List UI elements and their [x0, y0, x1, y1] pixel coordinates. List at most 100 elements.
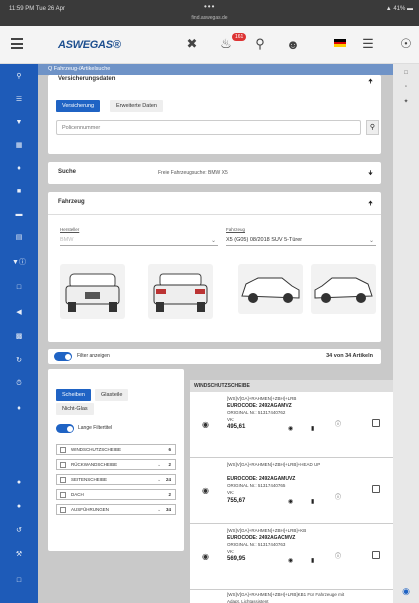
help-icon[interactable]: ◉: [393, 586, 419, 597]
collapse-arrow-icon[interactable]: 🠉: [368, 199, 373, 209]
info-icon[interactable]: ⓘ: [335, 551, 341, 560]
chevron-down-icon: ⌄: [157, 477, 161, 482]
document-icon[interactable]: □: [393, 70, 419, 76]
item-description: [WS]V[GA]+RAHMEN]+ZBH]+LRB]KB1 Für Fahrz…: [227, 592, 345, 603]
checkbox[interactable]: [60, 447, 66, 453]
manufacturer-select[interactable]: BMW ⌄: [60, 237, 218, 246]
sidebar-list-icon[interactable]: ☰: [0, 91, 38, 107]
filter-tab-nicht-glas[interactable]: Nicht-Glas: [56, 403, 94, 415]
sidebar-dot-icon[interactable]: ●: [0, 498, 38, 514]
sidebar-shield-icon[interactable]: ♦: [0, 400, 38, 416]
manufacturer-label: Hersteller: [60, 227, 80, 232]
sidebar-box-icon[interactable]: ■: [0, 183, 38, 199]
sidebar-cart-icon[interactable]: ▼: [0, 114, 38, 130]
filter-toggle[interactable]: [54, 352, 72, 361]
tab-fahrzeug-artikelsuche[interactable]: Q Fahrzeug-/Artikelsuche: [38, 64, 393, 75]
checkbox[interactable]: [372, 419, 380, 427]
sidebar-truck-icon[interactable]: ▬: [0, 206, 38, 222]
right-toolbar: □ ▫ ✦ ◉: [393, 64, 419, 603]
filter-row[interactable]: DACH 2: [56, 489, 176, 500]
pin-icon[interactable]: ✦: [393, 98, 419, 105]
sidebar-refresh-icon[interactable]: ↻: [0, 352, 38, 368]
list-icon[interactable]: ☰: [359, 35, 377, 53]
info-icon[interactable]: ⓘ: [335, 492, 341, 501]
sidebar-document-icon[interactable]: □: [0, 279, 38, 295]
info-icon[interactable]: ⓘ: [335, 419, 341, 428]
search-button[interactable]: ⚲: [366, 120, 379, 135]
sidebar-calendar-icon[interactable]: ▦: [0, 137, 38, 153]
eye-icon[interactable]: ◉: [202, 552, 209, 561]
url-bar[interactable]: find.aswegas.de: [0, 15, 419, 21]
sidebar-grid-icon[interactable]: ▩: [0, 328, 38, 344]
trash-icon[interactable]: ▫: [393, 84, 419, 90]
sidebar-back-icon[interactable]: ◀: [0, 304, 38, 320]
camera-icon[interactable]: ◉: [288, 498, 293, 505]
sidebar-car-icon[interactable]: ♦: [0, 160, 38, 176]
app-logo[interactable]: ASWEGAS®: [58, 39, 121, 51]
item-original: ORIGINAL Nr.: 51317440762: [227, 410, 286, 415]
vehicle-label: Fahrzeug: [226, 227, 246, 232]
car-side-left-image[interactable]: [238, 264, 303, 314]
eye-icon[interactable]: ◉: [202, 486, 209, 495]
video-icon[interactable]: ▮: [311, 498, 314, 505]
vehicle-card: Fahrzeug 🠉 Hersteller BMW ⌄ Fahrzeug X5 (…: [48, 192, 381, 342]
list-item[interactable]: ◉ [WS]V[GA]+RAHMEN]+ZBH]+LRB EUROCODE: 2…: [190, 392, 393, 458]
sidebar-tool-icon[interactable]: ⚒: [0, 546, 38, 562]
sidebar-search-icon[interactable]: ⚲: [0, 68, 38, 84]
menu-icon[interactable]: [11, 38, 23, 49]
policy-number-input[interactable]: [56, 120, 361, 135]
filter-row[interactable]: SEITENSCHEIBE ⌄ 24: [56, 474, 176, 485]
filter-tab-scheiben[interactable]: Scheiben: [56, 389, 91, 401]
tab-erweiterte-daten[interactable]: Erweiterte Daten: [110, 100, 163, 112]
tab-versicherung[interactable]: Versicherung: [56, 100, 101, 112]
car-front-image[interactable]: [60, 264, 125, 319]
sidebar-clock-icon[interactable]: ⏱: [0, 376, 38, 392]
filter-toggle-label: Filter anzeigen: [77, 353, 110, 359]
checkbox[interactable]: [60, 507, 66, 513]
search-icon[interactable]: ⚲: [251, 35, 269, 53]
car-side-right-image[interactable]: [311, 264, 376, 314]
notification-badge: 161: [232, 33, 247, 41]
sidebar-file-icon[interactable]: □: [0, 572, 38, 588]
filter-row[interactable]: WINDSCHUTZSCHEIBE 6: [56, 444, 176, 455]
sidebar-sync-icon[interactable]: ↺: [0, 522, 38, 538]
list-item[interactable]: ◉ [WS]V[GA]+RAHMEN]+ZBH]+LRB]+HEAD UP EU…: [190, 458, 393, 524]
item-vk-label: VK:: [227, 490, 235, 495]
insurance-card: Versicherungsdaten 🠉 Versicherung Erweit…: [48, 75, 381, 154]
eye-icon[interactable]: ◉: [202, 420, 209, 429]
car-rear-image[interactable]: [148, 264, 213, 319]
list-item[interactable]: ◉ [WS]V[GA]+RAHMEN]+ZBH]+LRB]+KB EUROCOD…: [190, 524, 393, 590]
expand-arrow-icon[interactable]: 🠋: [368, 169, 373, 179]
sidebar-dot-icon[interactable]: ●: [0, 474, 38, 490]
results-header: WINDSCHUTZSCHEIBE: [190, 380, 393, 392]
video-icon[interactable]: ▮: [311, 557, 314, 564]
globe-icon[interactable]: ☉: [397, 35, 415, 53]
collapse-arrow-icon[interactable]: 🠉: [368, 77, 373, 87]
checkbox[interactable]: [372, 485, 380, 493]
item-original: ORIGINAL Nr.: 51317440765: [227, 483, 286, 488]
checkbox[interactable]: [60, 462, 66, 468]
window-dots[interactable]: •••: [204, 2, 215, 11]
vehicle-select[interactable]: X5 (G05) 08/2018 SUV 5-Türer ⌄: [226, 237, 376, 246]
tools-icon[interactable]: ✖: [183, 35, 201, 53]
checkbox[interactable]: [60, 492, 66, 498]
filter-row[interactable]: RÜCKWANDSCHEIBE ⌄ 2: [56, 459, 176, 470]
checkbox[interactable]: [60, 477, 66, 483]
list-item[interactable]: [WS]V[GA]+RAHMEN]+ZBH]+LRB]KB1 Für Fahrz…: [190, 590, 393, 603]
vehicle-title: Fahrzeug: [58, 199, 85, 205]
german-flag-icon[interactable]: [334, 39, 346, 47]
sidebar-filter-info-icon[interactable]: ▼ⓘ: [0, 254, 38, 270]
camera-icon[interactable]: ◉: [288, 425, 293, 432]
search-card[interactable]: Suche Freie Fahrzeugsuche: BMW X5 🠋: [48, 162, 381, 184]
item-vk-label: VK:: [227, 549, 235, 554]
filter-tab-glasteile[interactable]: Glasteile: [95, 389, 129, 401]
sidebar-chart-icon[interactable]: ▤: [0, 229, 38, 245]
main-content: Q Fahrzeug-/Artikelsuche Versicherungsda…: [38, 64, 393, 603]
item-price: 495,61: [227, 424, 246, 430]
checkbox[interactable]: [372, 551, 380, 559]
user-icon[interactable]: ☻: [284, 35, 302, 53]
video-icon[interactable]: ▮: [311, 425, 314, 432]
long-titles-toggle[interactable]: [56, 424, 74, 433]
camera-icon[interactable]: ◉: [288, 557, 293, 564]
filter-row[interactable]: AUSFÜHRUNGEN ⌄ 34: [56, 504, 176, 515]
